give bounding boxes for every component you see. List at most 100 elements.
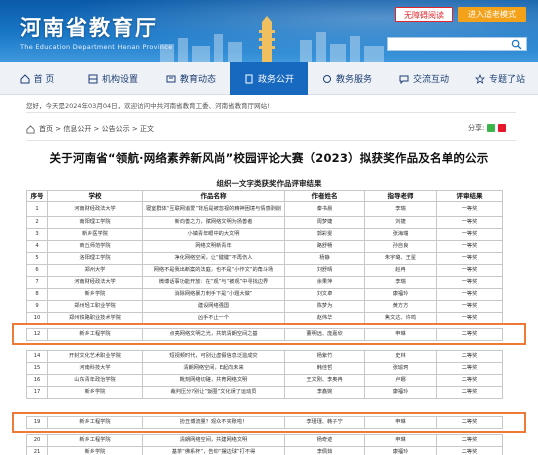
table-cell-school: 南阳理工学院 (47, 216, 143, 229)
nav-item-service[interactable]: 教务服务 (308, 62, 386, 95)
table-cell-result: 一等奖 (436, 228, 503, 241)
table-cell-school: 新乡学院 (47, 288, 143, 301)
table-caption: 组织一文字类获奖作品评审结果 (216, 179, 322, 188)
share-bar: 分享: (468, 123, 507, 133)
table-cell-teacher: 申琳 (364, 416, 437, 429)
table-cell-author: 刘文卓 (284, 288, 365, 301)
search-icon[interactable] (511, 39, 522, 50)
accessible-reading-button[interactable]: 无障碍阅读 (395, 7, 453, 22)
home-icon[interactable] (26, 124, 35, 134)
elderly-mode-button[interactable]: 进入适老模式 (458, 7, 526, 22)
table-cell-teacher: 张瑜珂 (364, 362, 437, 375)
table-cell-author: 余果萍 (284, 276, 365, 289)
table-cell-result: 二等奖 (436, 446, 503, 455)
table-cell-work: 网络文明新青年 (142, 240, 285, 253)
wechat-share-icon[interactable] (487, 124, 496, 132)
nav-item-gov[interactable]: 政务公开 (230, 62, 308, 95)
table-cell-teacher: 康福玲 (364, 446, 437, 455)
breadcrumb-text[interactable]: 首页 > 信息公开 > 公告公示 > 正文 (39, 124, 154, 134)
column-header: 序号 (26, 190, 48, 202)
table-cell-no: 8 (26, 288, 48, 301)
table-row: 7 河南财经政法大学 微博话事功能开放：在“观”与“被观”中寻找边界 余果萍 李瑞 一等奖 (26, 276, 503, 289)
table-row: 5 洛阳理工学院 净化网络空间，让“键键”不再伤人 杨静 朱宇璐、王星 一等奖 (26, 252, 503, 265)
service-icon (322, 74, 331, 83)
table-cell-school: 新乡医学院 (47, 228, 143, 241)
column-header: 评审结果 (436, 190, 503, 202)
home-icon (20, 73, 30, 83)
table-cell-work: 扮丑博流量？观众不买账啦！ (142, 416, 285, 429)
table-cell-result: 二等奖 (436, 416, 503, 429)
table-cell-result: 一等奖 (436, 201, 503, 217)
table-cell-school: 郑州铁路职业技术学院 (47, 312, 143, 325)
table-cell-result: 一等奖 (436, 312, 503, 325)
nav-item-topic[interactable]: 专题了站 (462, 62, 538, 95)
nav-item-home[interactable]: 首 页 (0, 62, 74, 95)
table-cell-work: 凶手不止一个 (142, 312, 285, 325)
table-cell-no: 15 (26, 362, 48, 375)
table-cell-author: 李佩茹 (284, 446, 365, 455)
search-input[interactable] (387, 37, 527, 51)
table-cell-work: 消除网络暴力刺手下是“小题大做” (142, 288, 285, 301)
table-cell-no: 9 (26, 300, 48, 313)
table-cell-author: 杨紫竹 (284, 350, 365, 363)
topic-icon (474, 73, 485, 84)
table-cell-teacher: 申琳 (364, 434, 437, 447)
table-cell-school: 开封文化艺术职业学院 (47, 350, 143, 363)
table-cell-result: 一等奖 (436, 288, 503, 301)
table-cell-work: 新向善之力，赋网络文明为扬善者 (142, 216, 285, 229)
table-cell-author: 周梦婕 (284, 216, 365, 229)
table-cell-teacher: 赵冉 (364, 264, 437, 277)
table-cell-work: 小镇青年眼中的大文明 (142, 228, 285, 241)
table-row: 8 新乡学院 消除网络暴力刺手下是“小题大做” 刘文卓 康福玲 一等奖 (26, 288, 503, 301)
table-cell-no: 7 (26, 276, 48, 289)
table-cell-school: 山东青年政治学院 (47, 374, 143, 387)
table-cell-school: 商丘师范学院 (47, 240, 143, 253)
table-cell-no: 14 (26, 350, 48, 363)
nav-item-label: 交流互动 (412, 75, 449, 85)
table-cell-teacher: 李瑞 (364, 276, 437, 289)
table-cell-school: 河南财经政法大学 (47, 276, 143, 289)
table-cell-author: 董明远、庞嘉欣 (284, 328, 365, 341)
table-cell-school: 郑州轻工职业学院 (47, 300, 143, 313)
doc-icon (245, 74, 253, 83)
table-cell-author: 刘舒晴 (284, 264, 365, 277)
column-header: 指导老师 (364, 190, 437, 202)
table-cell-teacher: 申琳 (364, 328, 437, 341)
table-cell-author: 赵伟华 (284, 312, 365, 325)
nav-item-org[interactable]: 机构设置 (74, 62, 152, 95)
table-cell-author: 路舒畅 (284, 240, 365, 253)
table-cell-no: 1 (26, 201, 48, 217)
table-cell-work: 微博话事功能开放：在“观”与“被观”中寻找边界 (142, 276, 285, 289)
table-cell-author: 李鑫婉 (284, 386, 365, 399)
nav-item-label: 首 页 (33, 75, 55, 85)
table-cell-result: 二等奖 (436, 328, 503, 341)
site-banner: 河南省教育厅 The Education Department Henan Pr… (0, 0, 538, 62)
nav-item-news[interactable]: 教育动态 (152, 62, 230, 95)
table-cell-author: 杨奇迹 (284, 434, 365, 447)
page-title: 关于河南省“领航·网络素养新风尚”校园评论大赛（2023）拟获奖作品及名单的公示 (49, 151, 489, 165)
weibo-share-icon[interactable] (498, 124, 507, 132)
table-row: 3 新乡医学院 小镇青年眼中的大文明 郭彩雯 张海瑞 一等奖 (26, 228, 503, 241)
table-cell-no: 20 (26, 434, 48, 447)
results-table: 12 新乡工程学院 点亮网络文明之光，共筑清朗空间之基 董明远、庞嘉欣 申琳 二等奖 (26, 328, 503, 341)
table-cell-work: 清朗网络空间，共建网络文明 (142, 434, 285, 447)
table-cell-school: 河南科技大学 (47, 362, 143, 375)
table-cell-result: 二等奖 (436, 374, 503, 387)
table-cell-author: 陈梦为 (284, 300, 365, 313)
table-cell-no: 6 (26, 264, 48, 277)
table-row: 2 南阳理工学院 新向善之力，赋网络文明为扬善者 周梦婕 刘捷 一等奖 (26, 216, 503, 229)
table-cell-work: 靴刻网络切磋，共育网络文明 (142, 374, 285, 387)
nav-item-interact[interactable]: 交流互动 (386, 62, 462, 95)
table-cell-no: 17 (26, 386, 48, 399)
table-cell-work: 净化网络空间，让“键键”不再伤人 (142, 252, 285, 265)
table-row: 19 新乡工程学院 扮丑博流量？观众不买账啦！ 李瑾瑾、韩子宁 申琳 二等奖 (26, 416, 503, 429)
divider (26, 140, 516, 141)
table-row: 4 商丘师范学院 网络文明新青年 路舒畅 孙自良 一等奖 (26, 240, 503, 253)
table-cell-author: 秦书晨 (284, 201, 365, 217)
table-cell-author: 李瑾瑾、韩子宁 (284, 416, 365, 429)
table-cell-no: 4 (26, 240, 48, 253)
table-row: 10 郑州铁路职业技术学院 凶手不止一个 赵伟华 焦文达、许鸣 一等奖 (26, 312, 503, 325)
table-cell-no: 12 (26, 328, 48, 341)
table-cell-author: 杨静 (284, 252, 365, 265)
chat-icon (399, 75, 409, 84)
